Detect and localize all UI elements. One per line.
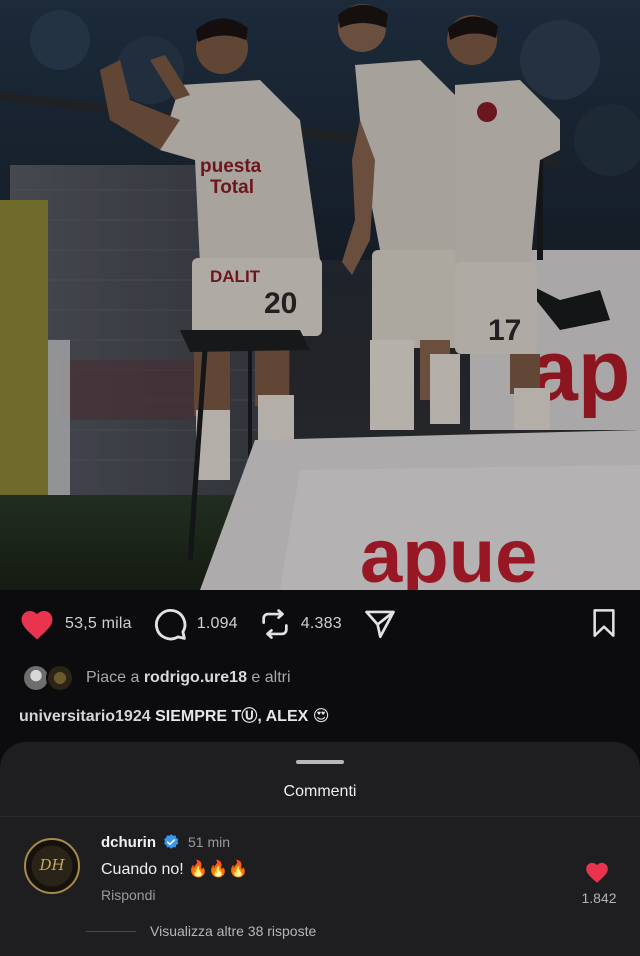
caption-username[interactable]: universitario1924 bbox=[19, 708, 151, 725]
reply-button[interactable]: Rispondi bbox=[101, 887, 155, 903]
caption-text: SIEMPRE TⓊ, ALEX 😍 bbox=[155, 708, 330, 725]
liked-by-user[interactable]: rodrigo.ure18 bbox=[144, 669, 247, 687]
heart-icon bbox=[21, 611, 53, 640]
comment-count: 1.094 bbox=[196, 615, 238, 632]
comment-text: Cuando no! 🔥🔥🔥 bbox=[101, 861, 248, 878]
repost-icon bbox=[262, 609, 288, 639]
liked-by-prefix: Piace a bbox=[86, 669, 140, 686]
post-caption: universitario1924 SIEMPRE TⓊ, ALEX 😍 bbox=[19, 702, 329, 726]
avatar bbox=[46, 664, 74, 692]
comment-time: 51 min bbox=[188, 834, 231, 850]
sheet-drag-handle[interactable] bbox=[296, 760, 344, 764]
comment-button[interactable]: 1.094 bbox=[152, 606, 238, 642]
view-more-replies-label: Visualizza altre 38 risposte bbox=[150, 923, 317, 939]
post-photo-illustration: ap puesta Total DALIT 20 17 apue bbox=[0, 0, 640, 590]
comments-title: Commenti bbox=[283, 783, 357, 800]
liker-avatars bbox=[22, 663, 74, 693]
liked-by-line[interactable]: Piace a rodrigo.ure18 e altri bbox=[22, 662, 291, 694]
bookmark-icon bbox=[593, 609, 615, 637]
send-icon bbox=[365, 610, 395, 639]
avatar-monogram: DH bbox=[39, 856, 65, 874]
repost-button[interactable]: 4.383 bbox=[258, 607, 342, 641]
post-image[interactable]: ap puesta Total DALIT 20 17 apue bbox=[0, 0, 640, 590]
comment-header: dchurin 51 min bbox=[101, 833, 230, 851]
divider bbox=[86, 930, 136, 932]
like-count: 53,5 mila bbox=[65, 615, 132, 632]
share-button[interactable] bbox=[362, 607, 398, 641]
comment-bubble-icon bbox=[154, 608, 186, 641]
divider bbox=[0, 816, 640, 817]
commenter-avatar[interactable]: DH bbox=[24, 838, 80, 894]
bookmark-button[interactable] bbox=[588, 606, 620, 645]
like-button[interactable]: 53,5 mila bbox=[18, 607, 132, 641]
comment-like-heart-icon[interactable] bbox=[584, 860, 610, 884]
liked-by-suffix: e altri bbox=[251, 669, 291, 686]
comment-like-count: 1.842 bbox=[581, 890, 617, 906]
post-action-bar: 53,5 mila 1.094 4.383 bbox=[18, 604, 620, 644]
view-more-replies-button[interactable]: Visualizza altre 38 risposte bbox=[86, 923, 316, 939]
comments-sheet: Commenti DH dchurin 51 min Cuando no! 🔥🔥… bbox=[0, 742, 640, 956]
repost-count: 4.383 bbox=[300, 615, 342, 632]
verified-badge-icon bbox=[164, 834, 179, 849]
comment-username[interactable]: dchurin bbox=[101, 834, 156, 851]
